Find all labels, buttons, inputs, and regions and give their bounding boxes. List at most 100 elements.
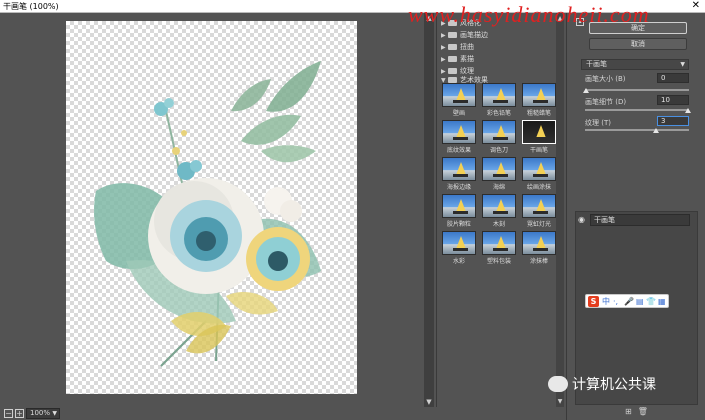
- filter-thumb[interactable]: 胶片颗粒: [442, 194, 476, 230]
- texture-slider-thumb[interactable]: [653, 128, 659, 133]
- filter-label: 绘画涂抹: [526, 184, 551, 191]
- filter-thumb[interactable]: 彩色铅笔: [482, 83, 516, 119]
- texture-slider[interactable]: [585, 129, 689, 131]
- filter-thumb-selected[interactable]: 干画笔: [522, 120, 556, 156]
- cancel-button[interactable]: 取消: [589, 38, 687, 50]
- texture-input[interactable]: 3: [657, 116, 689, 126]
- watermark-text: 计算机公共课: [572, 377, 656, 393]
- filter-label: 彩色铅笔: [486, 110, 511, 117]
- zoom-out-button[interactable]: −: [4, 409, 13, 418]
- filter-label: 霓虹灯光: [526, 221, 551, 228]
- filter-label: 壁画: [452, 110, 465, 117]
- filter-thumb[interactable]: 霓虹灯光: [522, 194, 556, 230]
- effect-layer[interactable]: ◉ 干画笔: [576, 214, 697, 226]
- brush-size-input[interactable]: 0: [657, 73, 689, 83]
- brush-size-slider[interactable]: [585, 89, 689, 91]
- thumb-image: [522, 120, 556, 144]
- filter-thumb[interactable]: 塑料包装: [482, 231, 516, 267]
- wechat-icon: [548, 376, 568, 392]
- ime-toolbar[interactable]: S 中 ·, 🎤 ▤ 👕 ▦: [585, 294, 669, 308]
- gallery-scrollbar[interactable]: ▲ ▼: [556, 13, 564, 407]
- filter-thumb[interactable]: 海绵: [482, 157, 516, 193]
- close-icon[interactable]: ✕: [692, 0, 700, 12]
- zoom-value: 100%: [30, 409, 51, 417]
- preview-canvas[interactable]: [66, 21, 357, 394]
- filter-label: 水彩: [452, 258, 465, 265]
- filter-label: 调色刀: [489, 147, 508, 154]
- preview-scrollbar[interactable]: ▲ ▼: [424, 13, 434, 407]
- brush-size-slider-thumb[interactable]: [583, 88, 589, 93]
- scroll-down-icon[interactable]: ▼: [425, 398, 433, 406]
- toolbox-icon[interactable]: ▦: [658, 296, 666, 307]
- folder-icon: [448, 32, 457, 38]
- chevron-right-icon: ▶: [441, 44, 446, 51]
- thumb-image: [442, 231, 476, 255]
- window-title: 干画笔 (100%): [3, 2, 59, 11]
- folder-sketch[interactable]: ▶ 素描: [441, 54, 559, 65]
- watermark-caption: 计算机公共课: [548, 374, 656, 394]
- zoom-select[interactable]: 100% ▼: [26, 408, 60, 419]
- folder-label: 画笔描边: [460, 31, 488, 39]
- filter-label: 涂抹棒: [529, 258, 548, 265]
- filter-thumb[interactable]: 木刻: [482, 194, 516, 230]
- chevron-right-icon: ▶: [441, 56, 446, 63]
- filter-select[interactable]: 干画笔 ▼: [581, 59, 689, 70]
- filter-thumb[interactable]: 粗糙蜡笔: [522, 83, 556, 119]
- status-bar: − + 100% ▼: [0, 407, 428, 420]
- ime-punctuation-icon[interactable]: ·,: [613, 296, 618, 307]
- filter-select-value: 干画笔: [586, 60, 607, 68]
- layer-actions: ⊞ 🗑: [625, 407, 654, 416]
- thumb-image: [522, 157, 556, 181]
- chevron-down-icon: ▼: [52, 410, 57, 417]
- filter-label: 木刻: [492, 221, 505, 228]
- ime-mode-label[interactable]: 中: [602, 296, 610, 307]
- filter-label: 海报边缘: [446, 184, 471, 191]
- folder-icon: [448, 68, 457, 74]
- filter-thumb[interactable]: 底纹效果: [442, 120, 476, 156]
- folder-distort[interactable]: ▶ 扭曲: [441, 42, 559, 53]
- filter-thumb[interactable]: 涂抹棒: [522, 231, 556, 267]
- eye-icon[interactable]: ◉: [578, 215, 585, 224]
- flower-artwork: [94, 61, 321, 367]
- zoom-in-button[interactable]: +: [15, 409, 24, 418]
- folder-icon: [448, 44, 457, 50]
- filter-thumb[interactable]: 绘画涂抹: [522, 157, 556, 193]
- filter-label: 底纹效果: [446, 147, 471, 154]
- brush-detail-label: 画笔细节 (D): [585, 98, 627, 106]
- thumb-image: [482, 83, 516, 107]
- effect-layer-name: 干画笔: [590, 214, 690, 226]
- filter-thumb[interactable]: 海报边缘: [442, 157, 476, 193]
- thumb-image: [442, 120, 476, 144]
- thumb-image: [522, 231, 556, 255]
- filter-label: 粗糙蜡笔: [526, 110, 551, 117]
- skin-icon[interactable]: 👕: [646, 296, 656, 307]
- filter-label: 塑料包装: [486, 258, 511, 265]
- folder-label: 纹理: [460, 67, 474, 75]
- brush-size-label: 画笔大小 (B): [585, 75, 626, 83]
- brush-detail-slider-thumb[interactable]: [685, 108, 691, 113]
- chevron-down-icon: ▼: [680, 61, 685, 68]
- brush-detail-input[interactable]: 10: [657, 95, 689, 105]
- watermark-url: www.hasyidianoheii.com: [408, 2, 650, 27]
- scroll-down-icon[interactable]: ▼: [556, 398, 564, 405]
- filter-gallery: ▶ 风格化 ▶ 画笔描边 ▶ 扭曲 ▶ 素描 ▶ 纹理 ▼ 艺术效果 壁画 彩色铅笔 粗糙蜡…: [436, 13, 564, 407]
- microphone-icon[interactable]: 🎤: [624, 296, 634, 307]
- filter-thumb[interactable]: 水彩: [442, 231, 476, 267]
- filter-thumb[interactable]: 调色刀: [482, 120, 516, 156]
- folder-brush-strokes[interactable]: ▶ 画笔描边: [441, 30, 559, 41]
- keyboard-icon[interactable]: ▤: [636, 296, 644, 307]
- thumb-image: [482, 194, 516, 218]
- thumb-image: [482, 120, 516, 144]
- chevron-right-icon: ▶: [441, 32, 446, 39]
- preview-area: [0, 13, 428, 407]
- delete-layer-icon[interactable]: 🗑: [638, 407, 648, 416]
- filter-thumb[interactable]: 壁画: [442, 83, 476, 119]
- folder-label: 扭曲: [460, 43, 474, 51]
- thumb-image: [522, 83, 556, 107]
- settings-panel: ▴ 确定 取消 干画笔 ▼ 画笔大小 (B) 0 画笔细节 (D) 10 纹理 …: [566, 13, 705, 420]
- thumb-image: [442, 194, 476, 218]
- new-layer-icon[interactable]: ⊞: [625, 407, 632, 416]
- brush-detail-slider[interactable]: [585, 109, 689, 111]
- filter-label: 干画笔: [529, 147, 548, 154]
- folder-icon: [448, 56, 457, 62]
